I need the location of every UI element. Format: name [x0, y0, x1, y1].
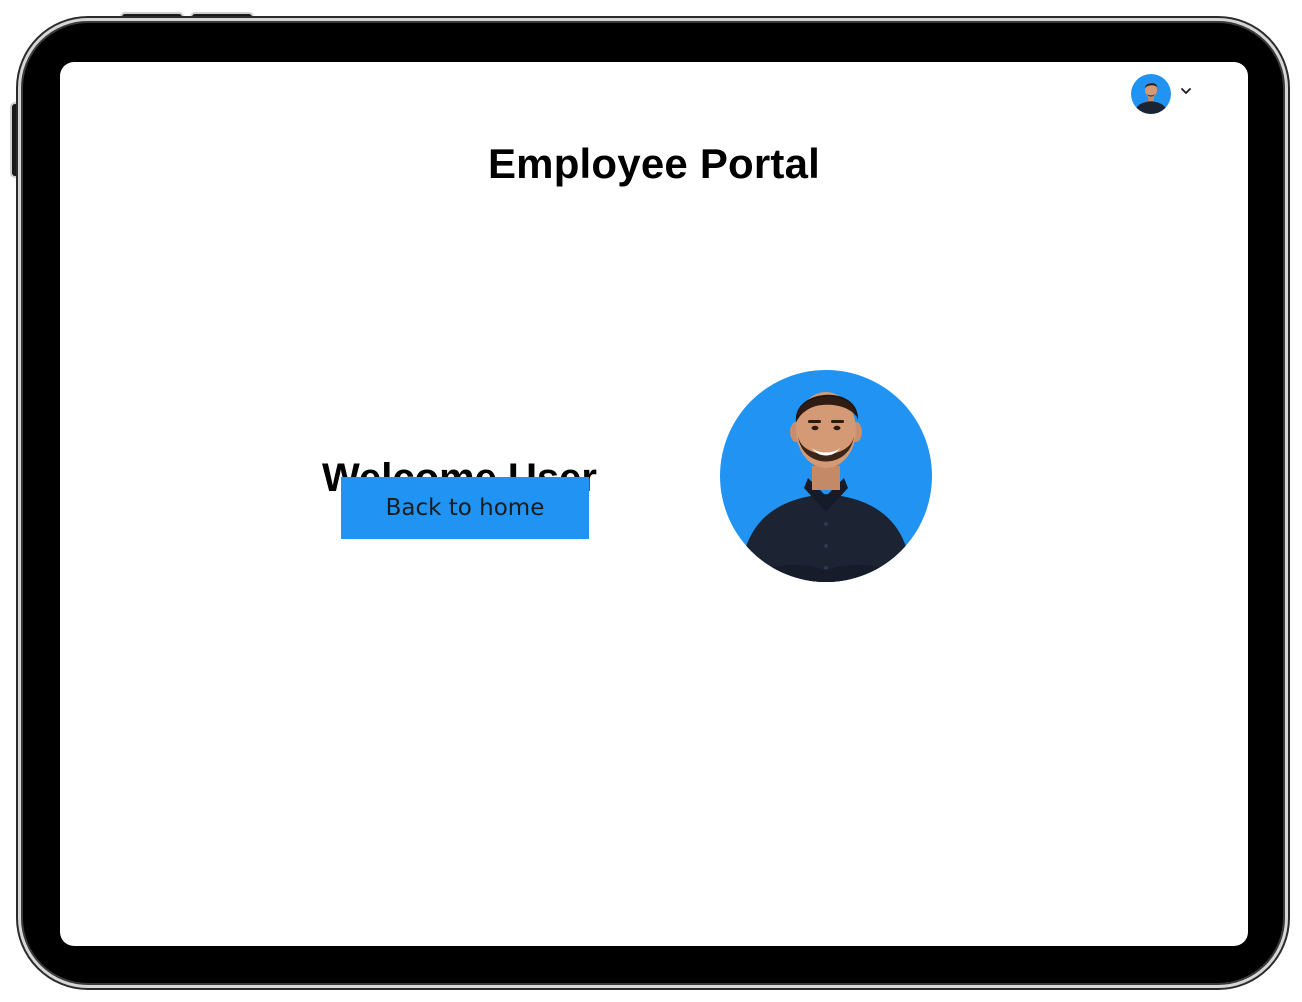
- profile-photo: [720, 370, 932, 582]
- app-screen: Employee Portal Welcome User Back to hom…: [60, 62, 1248, 946]
- account-menu[interactable]: [1131, 74, 1193, 114]
- device-mockup: Employee Portal Welcome User Back to hom…: [0, 0, 1302, 1002]
- back-to-home-button[interactable]: Back to home: [341, 477, 589, 539]
- chevron-down-icon[interactable]: [1179, 84, 1193, 98]
- user-avatar-icon[interactable]: [1131, 74, 1171, 114]
- page-title: Employee Portal: [487, 140, 821, 188]
